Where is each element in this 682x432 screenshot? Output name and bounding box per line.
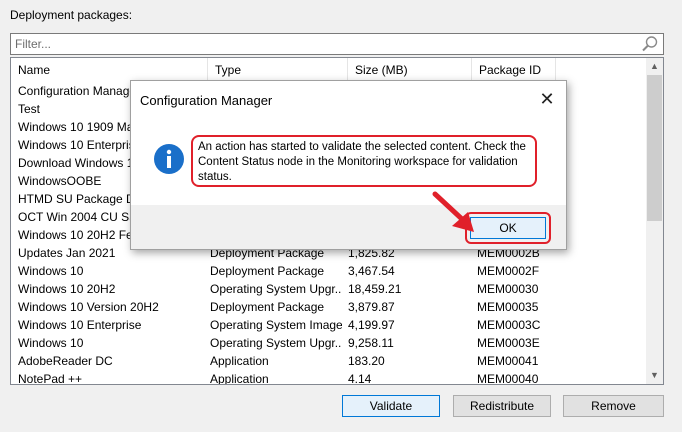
filter-placeholder: Filter... <box>15 37 52 51</box>
table-row[interactable]: Windows 10 Enterprise Operating System Im… <box>11 316 647 334</box>
table-cell: Application <box>210 354 269 368</box>
table-cell: Application <box>210 372 269 385</box>
table-cell: MEM00041 <box>477 354 539 368</box>
arrow-annotation-icon <box>432 191 474 232</box>
validate-button[interactable]: Validate <box>342 395 440 417</box>
dialog-title: Configuration Manager <box>140 93 273 108</box>
table-cell: Deployment Package <box>210 300 325 314</box>
table-cell: 9,258.11 <box>348 336 394 350</box>
table-cell: 4,199.97 <box>348 318 395 332</box>
table-cell: Operating System Upgr... <box>210 336 342 350</box>
column-header-name[interactable]: Name <box>11 58 208 82</box>
table-cell: Operating System Upgr... <box>210 282 342 296</box>
table-row[interactable]: Windows 10 Operating System Upgr... 9,258.… <box>11 334 647 352</box>
scroll-thumb[interactable] <box>647 75 662 221</box>
table-cell: MEM00040 <box>477 372 539 385</box>
table-cell: Windows 10 <box>18 336 84 350</box>
column-header-package-id[interactable]: Package ID <box>472 58 556 82</box>
scroll-up-icon[interactable]: ▲ <box>646 58 663 75</box>
table-cell: MEM00030 <box>477 282 539 296</box>
dialog-footer: OK <box>131 205 566 249</box>
table-cell: Windows 10 <box>18 264 84 278</box>
table-row[interactable]: Windows 10 Version 20H2 Deployment Packag… <box>11 298 647 316</box>
table-cell: MEM0003C <box>477 318 541 332</box>
redistribute-button[interactable]: Redistribute <box>453 395 551 417</box>
scroll-down-icon[interactable]: ▼ <box>646 367 663 384</box>
ok-button[interactable]: OK <box>470 217 546 239</box>
info-icon <box>154 144 184 174</box>
table-cell: Windows 10 Version 20H2 <box>18 300 159 314</box>
search-icon[interactable] <box>641 35 659 53</box>
table-cell: 183.20 <box>348 354 385 368</box>
table-cell: Windows 10 Enterprise <box>18 318 142 332</box>
message-dialog: Configuration Manager ✕ An action has st… <box>130 80 567 250</box>
table-cell: 3,879.87 <box>348 300 395 314</box>
list-header: Name Type Size (MB) Package ID <box>11 58 647 82</box>
table-cell: MEM0003E <box>477 336 540 350</box>
table-cell: AdobeReader DC <box>18 354 113 368</box>
table-cell: MEM00035 <box>477 300 539 314</box>
column-header-size[interactable]: Size (MB) <box>348 58 472 82</box>
filter-box[interactable]: Filter... <box>10 33 664 55</box>
table-cell: 3,467.54 <box>348 264 395 278</box>
table-cell: MEM0002F <box>477 264 540 278</box>
table-cell: NotePad ++ <box>18 372 83 385</box>
vertical-scrollbar[interactable]: ▲ ▼ <box>646 58 663 384</box>
table-row[interactable]: Windows 10 Deployment Package 3,467.54 MEM0… <box>11 262 647 280</box>
table-cell: 4.14 <box>348 372 372 385</box>
close-icon[interactable]: ✕ <box>536 89 558 111</box>
table-cell: Deployment Package <box>210 264 325 278</box>
remove-button[interactable]: Remove <box>563 395 664 417</box>
table-row[interactable]: AdobeReader DC Application 183.20 MEM00041 <box>11 352 647 370</box>
table-row[interactable]: Windows 10 20H2 Operating System Upgr... 1… <box>11 280 647 298</box>
table-cell: Windows 10 20H2 <box>18 282 116 296</box>
dialog-message: An action has started to validate the se… <box>191 135 537 187</box>
column-header-type[interactable]: Type <box>208 58 348 82</box>
table-cell: Operating System Image <box>210 318 342 332</box>
section-label: Deployment packages: <box>10 8 133 22</box>
table-cell: 18,459.21 <box>348 282 402 296</box>
table-row[interactable]: NotePad ++ Application 4.14 MEM00040 <box>11 370 647 385</box>
dialog-body: An action has started to validate the se… <box>131 115 566 205</box>
